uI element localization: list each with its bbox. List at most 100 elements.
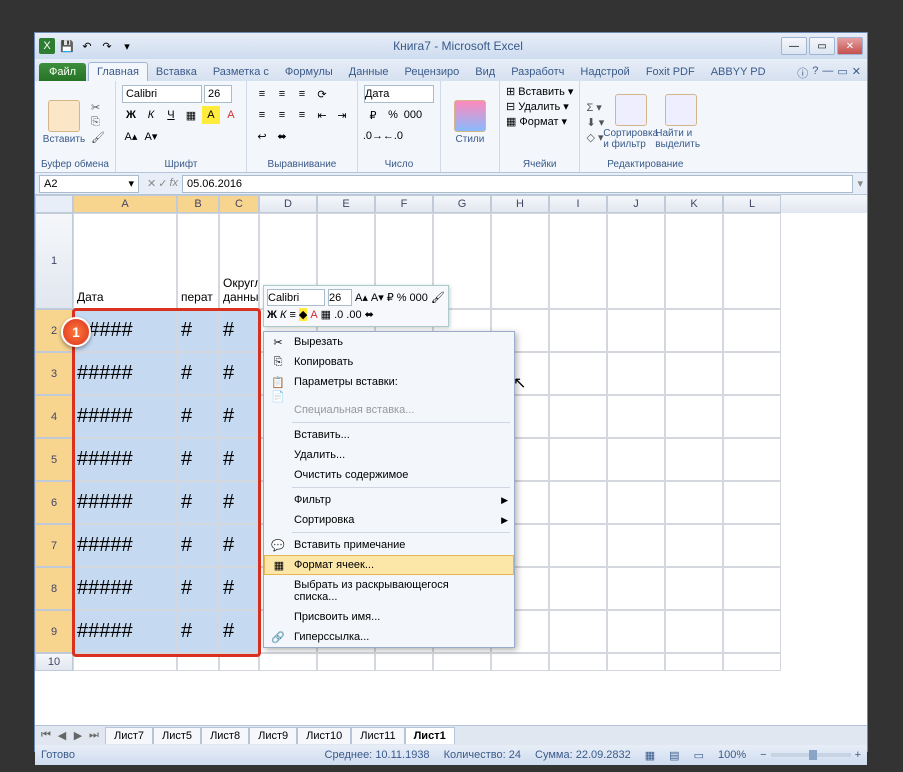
cell[interactable] [549,395,607,438]
cell[interactable] [723,567,781,610]
cell[interactable] [607,610,665,653]
col-header-C[interactable]: C [219,195,259,213]
row-header[interactable]: 10 [35,653,73,671]
row-header[interactable]: 6 [35,481,73,524]
row-header[interactable]: 5 [35,438,73,481]
name-box[interactable]: A2▾ [39,175,139,193]
currency-icon[interactable]: ₽ [364,106,382,124]
cell[interactable] [607,395,665,438]
tab-view[interactable]: Вид [467,63,503,81]
tab-abbyy[interactable]: ABBYY PD [703,63,774,81]
view-layout-icon[interactable]: ▤ [669,749,679,762]
comma-icon[interactable]: 000 [404,106,422,124]
mini-fill-icon[interactable]: ◆ [299,308,307,321]
align-left-icon[interactable]: ≡ [253,106,271,124]
cell[interactable]: # [177,524,219,567]
cm-define-name[interactable]: Присвоить имя... [264,607,514,627]
cells-delete-button[interactable]: ⊟ Удалить ▾ [506,100,574,113]
cell[interactable] [549,653,607,671]
cell[interactable]: # [177,481,219,524]
tab-developer[interactable]: Разработч [503,63,572,81]
cm-sort[interactable]: Сортировка▶ [264,510,514,530]
align-right-icon[interactable]: ≡ [293,106,311,124]
col-header-I[interactable]: I [549,195,607,213]
cm-cut[interactable]: ✂Вырезать [264,332,514,352]
fx-icon[interactable]: fx [169,177,178,190]
view-normal-icon[interactable]: ▦ [645,749,655,762]
bold-icon[interactable]: Ж [122,106,140,124]
font-name-input[interactable] [122,85,202,103]
mini-font-size[interactable] [328,289,352,306]
cell[interactable]: ##### [73,481,177,524]
wrap-text-icon[interactable]: ↩ [253,127,271,145]
mini-dec-dec-icon[interactable]: .00 [346,309,361,321]
cell[interactable]: # [177,309,219,352]
row-header[interactable]: 8 [35,567,73,610]
cell[interactable] [665,653,723,671]
align-bottom-icon[interactable]: ≡ [293,85,311,103]
cell[interactable]: Дата [73,213,177,309]
sheet-tab[interactable]: Лист5 [153,727,201,744]
align-center-icon[interactable]: ≡ [273,106,291,124]
col-header-H[interactable]: H [491,195,549,213]
tab-addins[interactable]: Надстрой [572,63,637,81]
help-icon[interactable]: ? [812,65,818,81]
col-header-D[interactable]: D [259,195,317,213]
cell[interactable] [665,213,723,309]
cell[interactable] [549,610,607,653]
mini-font-color-icon[interactable]: A [310,309,317,321]
mini-percent-icon[interactable]: % [397,292,407,304]
formula-bar[interactable]: 05.06.2016 [182,175,853,193]
cancel-edit-icon[interactable]: ✕ [147,177,156,190]
cell[interactable]: ##### [73,567,177,610]
cell[interactable]: ##### [73,395,177,438]
tab-home[interactable]: Главная [88,62,148,81]
row-header[interactable]: 4 [35,395,73,438]
cell[interactable] [607,438,665,481]
cell[interactable] [491,653,549,671]
font-color-icon[interactable]: A [222,106,240,124]
sheet-tab[interactable]: Лист7 [105,727,153,744]
cm-format-cells[interactable]: ▦Формат ячеек... [264,555,514,575]
cell[interactable] [607,524,665,567]
cell[interactable]: # [177,610,219,653]
row-header[interactable]: 1 [35,213,73,309]
indent-dec-icon[interactable]: ⇤ [313,106,331,124]
tab-insert[interactable]: Вставка [148,63,205,81]
cell[interactable]: Округленные данные [219,213,259,309]
find-select-button[interactable]: Найти и выделить [658,85,704,159]
cell[interactable] [723,610,781,653]
cell[interactable]: перат [177,213,219,309]
cell[interactable] [665,481,723,524]
cell[interactable] [723,438,781,481]
sheet-last-icon[interactable]: ⏭ [87,729,101,742]
minimize-button[interactable]: — [781,37,807,55]
cell[interactable]: # [177,438,219,481]
shrink-font-icon[interactable]: A▾ [142,127,160,145]
doc-close-icon[interactable]: ✕ [852,65,861,81]
cell[interactable]: # [219,481,259,524]
cells-format-button[interactable]: ▦ Формат ▾ [506,115,574,128]
format-painter-icon[interactable]: 🖌 [91,131,105,144]
cell[interactable]: # [177,567,219,610]
cell[interactable] [723,653,781,671]
font-size-input[interactable] [204,85,232,103]
confirm-edit-icon[interactable]: ✓ [158,177,167,190]
cm-hyperlink[interactable]: 🔗Гиперссылка... [264,627,514,647]
cell[interactable]: # [219,524,259,567]
col-header-K[interactable]: K [665,195,723,213]
inc-decimal-icon[interactable]: .0→ [364,127,382,145]
cm-copy[interactable]: ⎘Копировать [264,352,514,372]
cm-paste-default[interactable]: 📄 [264,392,514,400]
cell[interactable]: # [219,438,259,481]
dec-decimal-icon[interactable]: ←.0 [384,127,402,145]
undo-icon[interactable]: ↶ [79,38,95,54]
italic-icon[interactable]: К [142,106,160,124]
mini-toolbar[interactable]: A▴ A▾ ₽ % 000 🖌 Ж К ≡ ◆ A ▦ .0 .00 ⬌ [263,285,449,327]
sheet-tab[interactable]: Лист11 [351,727,404,744]
mini-font-name[interactable] [267,289,325,306]
file-tab[interactable]: Файл [39,63,86,81]
cell[interactable] [665,309,723,352]
minimize-ribbon-icon[interactable]: ⓘ [797,65,808,81]
cell[interactable] [723,213,781,309]
